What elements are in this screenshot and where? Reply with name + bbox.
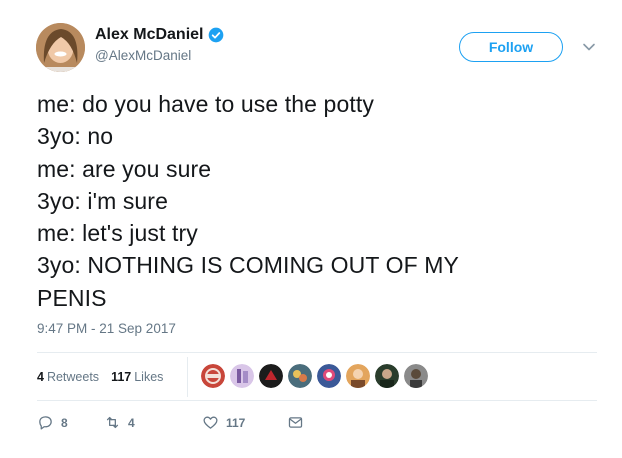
author-block: Alex McDaniel @AlexMcDaniel [95,26,224,63]
liker-avatar[interactable] [317,364,341,388]
retweets-stat[interactable]: 4 Retweets [37,370,99,384]
retweets-label: Retweets [46,370,100,384]
follow-button[interactable]: Follow [459,32,563,62]
retweet-button[interactable]: 4 [104,414,202,431]
tweet-line: 3yo: no [37,123,114,150]
heart-icon [203,416,218,429]
likes-label: Likes [134,370,164,384]
tweet-text: me: do you have to use the potty 3yo: no… [37,88,597,314]
timestamp[interactable]: 9:47 PM - 21 Sep 2017 [37,321,176,336]
tweet-line: me: let's just try [37,220,198,247]
retweet-count: 4 [128,415,135,430]
tweet-actions: 8 4 117 [37,414,311,431]
liker-avatar[interactable] [375,364,399,388]
display-name[interactable]: Alex McDaniel [95,26,224,44]
avatar[interactable] [36,23,85,72]
liker-avatars [201,364,433,388]
dm-button[interactable] [287,414,311,431]
reply-button[interactable]: 8 [37,414,104,431]
liker-avatar[interactable] [259,364,283,388]
liker-avatar[interactable] [404,364,428,388]
reply-icon [39,416,52,430]
divider [37,400,597,401]
reply-count: 8 [61,415,68,430]
user-handle[interactable]: @AlexMcDaniel [95,48,224,63]
stats-divider [187,357,188,397]
liker-avatar[interactable] [288,364,312,388]
chevron-down-icon[interactable] [582,40,596,54]
like-count: 117 [226,415,246,430]
dm-envelope-icon [288,417,303,428]
tweet-line: 3yo: NOTHING IS COMING OUT OF MY [37,252,459,279]
tweet-line: me: are you sure [37,155,212,182]
tweet-line: PENIS [37,284,107,311]
like-button[interactable]: 117 [202,414,287,431]
divider [37,352,597,353]
likes-count: 117 [111,370,132,384]
verified-badge-icon [209,27,224,43]
liker-avatar[interactable] [201,364,225,388]
liker-avatar[interactable] [230,364,254,388]
stats-row: 4 Retweets 117 Likes [37,362,175,392]
tweet-line: me: do you have to use the potty [37,91,374,117]
retweet-icon [106,416,119,429]
retweets-count: 4 [37,370,44,384]
likes-stat[interactable]: 117 Likes [111,370,163,384]
liker-avatar[interactable] [346,364,370,388]
tweet-line: 3yo: i'm sure [37,187,168,214]
display-name-text[interactable]: Alex McDaniel [95,26,203,44]
